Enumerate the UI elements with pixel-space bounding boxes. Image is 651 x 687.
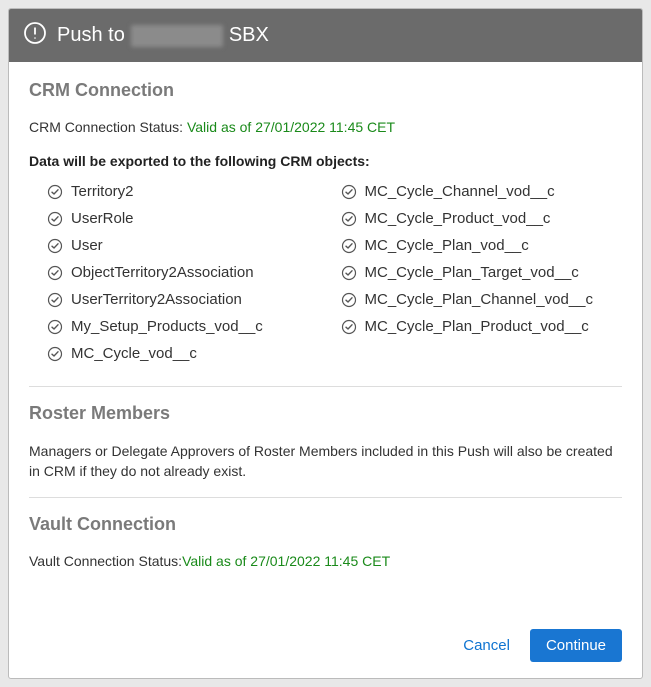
- check-circle-icon: [341, 211, 357, 227]
- vault-section-title: Vault Connection: [29, 514, 622, 535]
- object-item: MC_Cycle_vod__c: [47, 345, 329, 362]
- check-circle-icon: [47, 211, 63, 227]
- check-circle-icon: [341, 184, 357, 200]
- check-circle-icon: [47, 319, 63, 335]
- object-label: MC_Cycle_Plan_Product_vod__c: [365, 318, 589, 335]
- object-label: MC_Cycle_Product_vod__c: [365, 210, 551, 227]
- alert-icon: [23, 21, 47, 50]
- object-item: MC_Cycle_Product_vod__c: [341, 210, 623, 227]
- object-item: ObjectTerritory2Association: [47, 264, 329, 281]
- object-label: MC_Cycle_Plan_vod__c: [365, 237, 529, 254]
- title-prefix: Push to: [57, 24, 125, 47]
- check-circle-icon: [47, 265, 63, 281]
- object-label: Territory2: [71, 183, 134, 200]
- crm-status-line: CRM Connection Status: Valid as of 27/01…: [29, 119, 622, 135]
- object-item: UserRole: [47, 210, 329, 227]
- titlebar: Push to SBX: [9, 9, 642, 62]
- title-suffix: SBX: [229, 24, 269, 47]
- objects-grid: Territory2 UserRole User ObjectTerritory…: [29, 183, 622, 362]
- object-item: MC_Cycle_Plan_Channel_vod__c: [341, 291, 623, 308]
- object-item: User: [47, 237, 329, 254]
- object-item: My_Setup_Products_vod__c: [47, 318, 329, 335]
- object-item: MC_Cycle_Plan_Product_vod__c: [341, 318, 623, 335]
- object-item: UserTerritory2Association: [47, 291, 329, 308]
- divider: [29, 386, 622, 387]
- check-circle-icon: [47, 238, 63, 254]
- object-label: MC_Cycle_vod__c: [71, 345, 197, 362]
- object-label: UserTerritory2Association: [71, 291, 242, 308]
- check-circle-icon: [341, 265, 357, 281]
- object-item: MC_Cycle_Plan_vod__c: [341, 237, 623, 254]
- object-label: UserRole: [71, 210, 134, 227]
- object-label: MC_Cycle_Channel_vod__c: [365, 183, 555, 200]
- object-item: MC_Cycle_Channel_vod__c: [341, 183, 623, 200]
- objects-column-left: Territory2 UserRole User ObjectTerritory…: [47, 183, 329, 362]
- check-circle-icon: [341, 319, 357, 335]
- check-circle-icon: [47, 346, 63, 362]
- crm-section-title: CRM Connection: [29, 80, 622, 101]
- divider: [29, 497, 622, 498]
- continue-button[interactable]: Continue: [530, 629, 622, 662]
- push-dialog: Push to SBX CRM Connection CRM Connectio…: [8, 8, 643, 679]
- vault-status-value: Valid as of 27/01/2022 11:45 CET: [182, 553, 390, 569]
- check-circle-icon: [47, 292, 63, 308]
- object-label: MC_Cycle_Plan_Channel_vod__c: [365, 291, 593, 308]
- object-label: My_Setup_Products_vod__c: [71, 318, 263, 335]
- object-label: User: [71, 237, 103, 254]
- redacted-segment: [131, 25, 223, 47]
- vault-status-line: Vault Connection Status:Valid as of 27/0…: [29, 553, 622, 569]
- dialog-body: CRM Connection CRM Connection Status: Va…: [9, 62, 642, 601]
- cancel-button[interactable]: Cancel: [459, 631, 514, 660]
- crm-status-label: CRM Connection Status:: [29, 119, 187, 135]
- dialog-footer: Cancel Continue: [9, 629, 642, 678]
- objects-column-right: MC_Cycle_Channel_vod__c MC_Cycle_Product…: [341, 183, 623, 362]
- crm-status-value: Valid as of 27/01/2022 11:45 CET: [187, 119, 395, 135]
- check-circle-icon: [47, 184, 63, 200]
- object-item: Territory2: [47, 183, 329, 200]
- object-item: MC_Cycle_Plan_Target_vod__c: [341, 264, 623, 281]
- check-circle-icon: [341, 238, 357, 254]
- dialog-title: Push to SBX: [57, 24, 269, 47]
- roster-description: Managers or Delegate Approvers of Roster…: [29, 442, 622, 481]
- export-heading: Data will be exported to the following C…: [29, 153, 622, 169]
- check-circle-icon: [341, 292, 357, 308]
- roster-section-title: Roster Members: [29, 403, 622, 424]
- object-label: MC_Cycle_Plan_Target_vod__c: [365, 264, 579, 281]
- object-label: ObjectTerritory2Association: [71, 264, 254, 281]
- vault-status-label: Vault Connection Status:: [29, 553, 182, 569]
